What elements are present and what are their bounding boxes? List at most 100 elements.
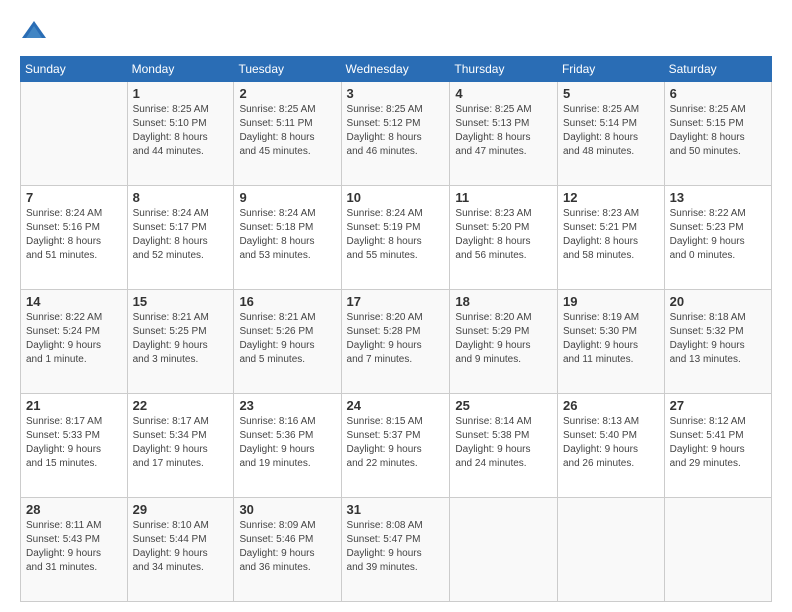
header [20, 18, 772, 46]
calendar-cell: 15 Sunrise: 8:21 AMSunset: 5:25 PMDayligh… [127, 290, 234, 394]
day-number: 19 [563, 294, 659, 309]
calendar-cell: 1 Sunrise: 8:25 AMSunset: 5:10 PMDaylight… [127, 82, 234, 186]
calendar-cell: 3 Sunrise: 8:25 AMSunset: 5:12 PMDaylight… [341, 82, 450, 186]
day-info: Sunrise: 8:10 AMSunset: 5:44 PMDaylight:… [133, 519, 229, 575]
day-info: Sunrise: 8:17 AMSunset: 5:33 PMDaylight:… [26, 415, 122, 471]
logo [20, 18, 52, 46]
calendar-cell: 13Sunrise: 8:22 AMSunset: 5:23 PMDayligh… [664, 186, 771, 290]
weekday-header-saturday: Saturday [664, 57, 771, 82]
day-number: 27 [670, 398, 766, 413]
day-info: Sunrise: 8:21 AMSunset: 5:25 PMDaylight:… [133, 311, 229, 367]
calendar-cell [21, 82, 128, 186]
calendar-cell: 25 Sunrise: 8:14 AMSunset: 5:38 PMDayligh… [450, 394, 558, 498]
logo-icon [20, 18, 48, 46]
calendar-cell: 14Sunrise: 8:22 AMSunset: 5:24 PMDayligh… [21, 290, 128, 394]
calendar-cell: 16 Sunrise: 8:21 AMSunset: 5:26 PMDayligh… [234, 290, 341, 394]
day-info: Sunrise: 8:19 AMSunset: 5:30 PMDaylight:… [563, 311, 659, 367]
day-info: Sunrise: 8:24 AMSunset: 5:19 PMDaylight:… [347, 207, 445, 263]
calendar-cell: 21Sunrise: 8:17 AMSunset: 5:33 PMDayligh… [21, 394, 128, 498]
day-number: 4 [455, 86, 552, 101]
day-info: Sunrise: 8:24 AMSunset: 5:17 PMDaylight:… [133, 207, 229, 263]
day-number: 23 [239, 398, 335, 413]
day-info: Sunrise: 8:13 AMSunset: 5:40 PMDaylight:… [563, 415, 659, 471]
day-number: 11 [455, 190, 552, 205]
week-row-4: 21Sunrise: 8:17 AMSunset: 5:33 PMDayligh… [21, 394, 772, 498]
calendar-cell: 9 Sunrise: 8:24 AMSunset: 5:18 PMDaylight… [234, 186, 341, 290]
day-number: 8 [133, 190, 229, 205]
day-info: Sunrise: 8:24 AMSunset: 5:16 PMDaylight:… [26, 207, 122, 263]
calendar-cell: 2Sunrise: 8:25 AMSunset: 5:11 PMDaylight… [234, 82, 341, 186]
day-number: 5 [563, 86, 659, 101]
weekday-header-row: SundayMondayTuesdayWednesdayThursdayFrid… [21, 57, 772, 82]
weekday-header-wednesday: Wednesday [341, 57, 450, 82]
day-number: 1 [133, 86, 229, 101]
week-row-5: 28Sunrise: 8:11 AMSunset: 5:43 PMDayligh… [21, 498, 772, 602]
day-number: 26 [563, 398, 659, 413]
day-info: Sunrise: 8:12 AMSunset: 5:41 PMDaylight:… [670, 415, 766, 471]
week-row-3: 14Sunrise: 8:22 AMSunset: 5:24 PMDayligh… [21, 290, 772, 394]
day-number: 31 [347, 502, 445, 517]
day-info: Sunrise: 8:25 AMSunset: 5:12 PMDaylight:… [347, 103, 445, 159]
calendar-cell: 26 Sunrise: 8:13 AMSunset: 5:40 PMDayligh… [557, 394, 664, 498]
calendar-cell: 11 Sunrise: 8:23 AMSunset: 5:20 PMDayligh… [450, 186, 558, 290]
week-row-2: 7 Sunrise: 8:24 AMSunset: 5:16 PMDaylight… [21, 186, 772, 290]
calendar-cell: 10 Sunrise: 8:24 AMSunset: 5:19 PMDayligh… [341, 186, 450, 290]
weekday-header-thursday: Thursday [450, 57, 558, 82]
day-number: 18 [455, 294, 552, 309]
day-info: Sunrise: 8:18 AMSunset: 5:32 PMDaylight:… [670, 311, 766, 367]
day-number: 20 [670, 294, 766, 309]
calendar-cell: 24 Sunrise: 8:15 AMSunset: 5:37 PMDayligh… [341, 394, 450, 498]
day-info: Sunrise: 8:09 AMSunset: 5:46 PMDaylight:… [239, 519, 335, 575]
day-number: 29 [133, 502, 229, 517]
calendar-cell: 18 Sunrise: 8:20 AMSunset: 5:29 PMDayligh… [450, 290, 558, 394]
day-info: Sunrise: 8:25 AMSunset: 5:10 PMDaylight:… [133, 103, 229, 159]
calendar-cell: 17 Sunrise: 8:20 AMSunset: 5:28 PMDayligh… [341, 290, 450, 394]
weekday-header-sunday: Sunday [21, 57, 128, 82]
day-info: Sunrise: 8:08 AMSunset: 5:47 PMDaylight:… [347, 519, 445, 575]
day-number: 17 [347, 294, 445, 309]
calendar-cell: 31 Sunrise: 8:08 AMSunset: 5:47 PMDayligh… [341, 498, 450, 602]
day-info: Sunrise: 8:14 AMSunset: 5:38 PMDaylight:… [455, 415, 552, 471]
day-info: Sunrise: 8:25 AMSunset: 5:11 PMDaylight:… [239, 103, 335, 159]
weekday-header-tuesday: Tuesday [234, 57, 341, 82]
calendar-cell: 22 Sunrise: 8:17 AMSunset: 5:34 PMDayligh… [127, 394, 234, 498]
weekday-header-friday: Friday [557, 57, 664, 82]
calendar-cell [664, 498, 771, 602]
day-info: Sunrise: 8:25 AMSunset: 5:14 PMDaylight:… [563, 103, 659, 159]
day-number: 10 [347, 190, 445, 205]
calendar-cell [557, 498, 664, 602]
day-info: Sunrise: 8:23 AMSunset: 5:21 PMDaylight:… [563, 207, 659, 263]
day-number: 25 [455, 398, 552, 413]
day-number: 24 [347, 398, 445, 413]
calendar-cell: 8 Sunrise: 8:24 AMSunset: 5:17 PMDaylight… [127, 186, 234, 290]
calendar-cell: 4 Sunrise: 8:25 AMSunset: 5:13 PMDaylight… [450, 82, 558, 186]
day-info: Sunrise: 8:15 AMSunset: 5:37 PMDaylight:… [347, 415, 445, 471]
calendar-cell: 27 Sunrise: 8:12 AMSunset: 5:41 PMDayligh… [664, 394, 771, 498]
day-number: 9 [239, 190, 335, 205]
calendar-cell: 29 Sunrise: 8:10 AMSunset: 5:44 PMDayligh… [127, 498, 234, 602]
day-number: 30 [239, 502, 335, 517]
page: SundayMondayTuesdayWednesdayThursdayFrid… [0, 0, 792, 612]
calendar-cell: 7 Sunrise: 8:24 AMSunset: 5:16 PMDaylight… [21, 186, 128, 290]
day-info: Sunrise: 8:25 AMSunset: 5:15 PMDaylight:… [670, 103, 766, 159]
day-info: Sunrise: 8:24 AMSunset: 5:18 PMDaylight:… [239, 207, 335, 263]
calendar-cell: 5 Sunrise: 8:25 AMSunset: 5:14 PMDaylight… [557, 82, 664, 186]
calendar-cell: 19 Sunrise: 8:19 AMSunset: 5:30 PMDayligh… [557, 290, 664, 394]
weekday-header-monday: Monday [127, 57, 234, 82]
calendar-cell: 30 Sunrise: 8:09 AMSunset: 5:46 PMDayligh… [234, 498, 341, 602]
day-number: 15 [133, 294, 229, 309]
day-info: Sunrise: 8:20 AMSunset: 5:29 PMDaylight:… [455, 311, 552, 367]
day-number: 3 [347, 86, 445, 101]
week-row-1: 1 Sunrise: 8:25 AMSunset: 5:10 PMDaylight… [21, 82, 772, 186]
day-number: 22 [133, 398, 229, 413]
day-info: Sunrise: 8:25 AMSunset: 5:13 PMDaylight:… [455, 103, 552, 159]
day-info: Sunrise: 8:20 AMSunset: 5:28 PMDaylight:… [347, 311, 445, 367]
calendar-cell [450, 498, 558, 602]
day-info: Sunrise: 8:17 AMSunset: 5:34 PMDaylight:… [133, 415, 229, 471]
day-number: 14 [26, 294, 122, 309]
day-info: Sunrise: 8:23 AMSunset: 5:20 PMDaylight:… [455, 207, 552, 263]
day-number: 12 [563, 190, 659, 205]
day-info: Sunrise: 8:21 AMSunset: 5:26 PMDaylight:… [239, 311, 335, 367]
day-number: 16 [239, 294, 335, 309]
day-number: 7 [26, 190, 122, 205]
